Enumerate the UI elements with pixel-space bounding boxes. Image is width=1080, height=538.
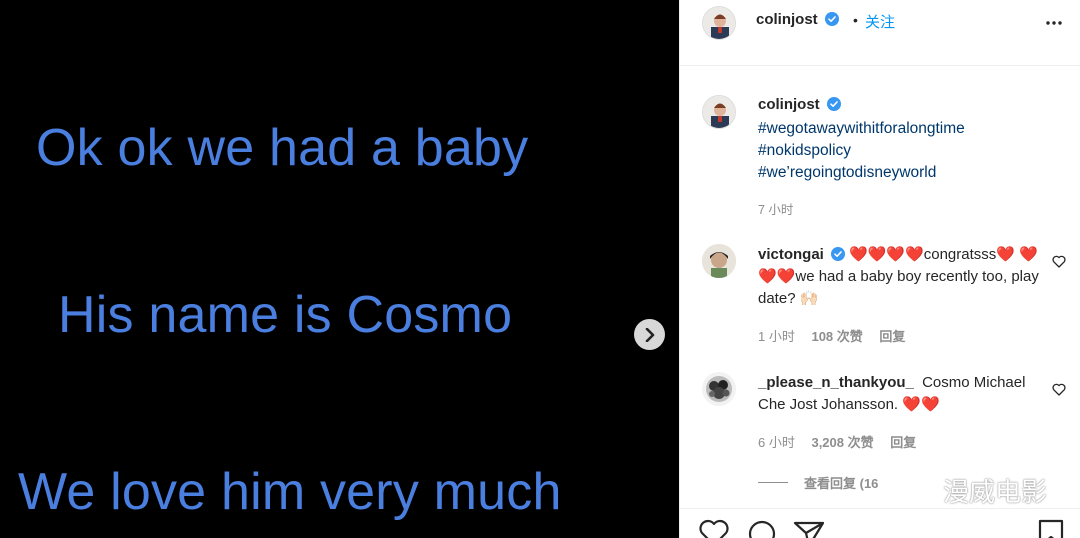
post-side-panel: colinjost • 关注 colinjost #wegotawaywithi… [679,0,1080,538]
media-text-line-3: We love him very much [18,463,562,521]
comment-emoji: ❤️ [996,246,1015,263]
comment-body: _please_n_thankyou_ Cosmo Michael Che Jo… [758,372,1043,416]
header-username[interactable]: colinjost [756,11,818,28]
heart-outline-icon[interactable] [698,519,730,538]
watermark-text: 漫威电影 [943,477,1048,507]
avatar[interactable] [702,244,736,278]
avatar[interactable] [702,6,736,40]
avatar[interactable] [702,95,736,129]
comment-meta: 6 小时 3,208 次赞 回复 [758,432,929,451]
header-separator: • [853,12,858,28]
caption-username-wrap[interactable]: colinjost [758,96,842,114]
view-replies-button[interactable]: 查看回复 (16 [758,473,878,492]
comment-username[interactable]: victongai [758,246,824,263]
follow-button[interactable]: 关注 [865,11,895,32]
divider [758,482,788,483]
post-media: Ok ok we had a baby His name is Cosmo We… [0,0,679,538]
comment-body: victongai ❤️❤️❤️❤️congratsss❤️ ❤️❤️❤️we … [758,244,1043,310]
chevron-right-icon [645,327,654,342]
more-options-icon[interactable] [1045,14,1063,32]
hashtag-link[interactable]: #we’regoingtodisneyworld [758,162,965,184]
heart-outline-icon[interactable] [1052,255,1066,268]
caption-username[interactable]: colinjost [758,96,820,113]
media-text-line-1: Ok ok we had a baby [36,119,529,177]
comment-emoji: ❤️❤️ [902,396,940,413]
reply-button[interactable]: 回复 [879,329,905,344]
hashtag-link[interactable]: #wegotawaywithitforalongtime [758,118,965,140]
heart-outline-icon[interactable] [1052,383,1066,396]
comment-icon[interactable] [746,519,778,538]
caption-timestamp[interactable]: 7 小时 [758,199,793,218]
verified-badge-icon [827,97,842,111]
verified-badge-icon [830,247,845,261]
comment-text: congratsss [923,246,997,263]
wechat-icon [906,479,936,502]
next-slide-button[interactable] [634,319,665,350]
comment-meta: 1 小时 108 次赞 回复 [758,326,918,345]
bookmark-icon[interactable] [1038,519,1064,538]
hashtag-link[interactable]: #nokidspolicy [758,140,965,162]
action-bar [680,508,1080,538]
media-text-line-2: His name is Cosmo [58,286,513,344]
watermark: 漫威电影 [905,472,1047,509]
comment-timestamp[interactable]: 6 小时 [758,435,795,450]
reply-button[interactable]: 回复 [890,435,916,450]
view-replies-label[interactable]: 查看回复 (16 [804,473,878,492]
comment-emoji: ❤️❤️❤️❤️ [849,246,924,263]
verified-badge-icon [825,12,840,26]
comment-like-count[interactable]: 3,208 次赞 [811,435,873,450]
comment-timestamp[interactable]: 1 小时 [758,329,795,344]
share-icon[interactable] [792,519,826,538]
comment-like-count[interactable]: 108 次赞 [811,329,862,344]
comment-username[interactable]: _please_n_thankyou_ [758,374,914,391]
header-username-wrap[interactable]: colinjost [756,11,840,29]
comment-text: we had a baby boy recently too, play dat… [758,268,1039,307]
avatar[interactable] [702,372,736,406]
post-header: colinjost • 关注 [680,0,1080,66]
caption-hashtags: #wegotawaywithitforalongtime #nokidspoli… [758,118,965,184]
